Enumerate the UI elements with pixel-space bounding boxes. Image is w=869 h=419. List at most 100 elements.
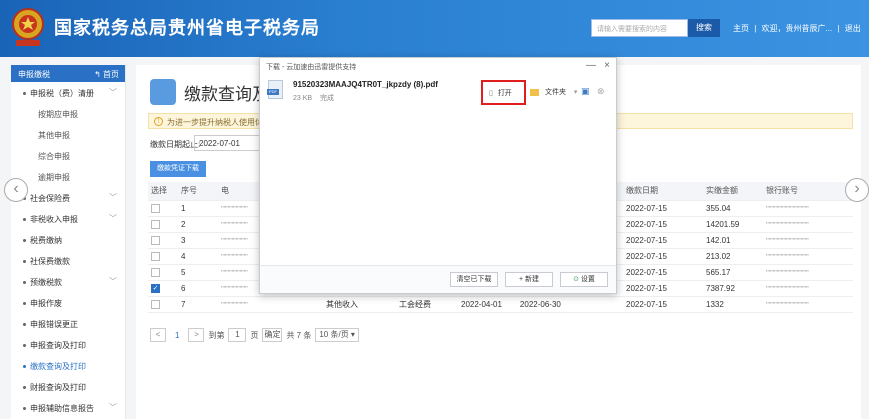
- home-label: 首页: [103, 70, 119, 79]
- sidebar-item[interactable]: 按期应申报: [11, 103, 125, 124]
- sidebar-item-label: 税费缴纳: [30, 236, 62, 245]
- search-button[interactable]: 搜索: [688, 19, 720, 37]
- logout-link[interactable]: 退出: [845, 24, 861, 33]
- checkbox[interactable]: [151, 203, 160, 213]
- page-size-select[interactable]: 10 条/页 ▾: [315, 328, 359, 342]
- chevron-down-icon[interactable]: ﹀: [109, 192, 117, 203]
- goto-label: 到第: [208, 330, 225, 340]
- next-arrow-icon[interactable]: ›: [845, 178, 869, 202]
- date-start-input[interactable]: 2022-07-01: [194, 135, 262, 151]
- sidebar-item[interactable]: 非税收入申报 ﹀: [11, 208, 125, 229]
- sidebar-item[interactable]: 财报查询及打印: [11, 376, 125, 397]
- open-label: 打开: [497, 90, 512, 97]
- next-page-button[interactable]: >: [188, 328, 205, 342]
- delete-icon[interactable]: ⊗: [597, 86, 605, 97]
- sidebar-item[interactable]: 申报错误更正: [11, 313, 125, 334]
- chevron-down-icon[interactable]: ﹀: [109, 402, 117, 413]
- download-voucher-button[interactable]: 缴款凭证下载: [150, 161, 206, 177]
- sidebar-item[interactable]: 社保费缴款: [11, 250, 125, 271]
- checkbox[interactable]: ✓: [151, 283, 160, 293]
- file-name: 91520323MAAJQ4TR0T_jkpzdy (8).pdf: [293, 80, 438, 89]
- checkbox[interactable]: [151, 235, 160, 245]
- sidebar-home-link[interactable]: ↰ 首页: [94, 69, 119, 80]
- checkbox[interactable]: [151, 251, 160, 261]
- row-account-text: '''''''''''''''''''''''''''''''': [766, 301, 809, 309]
- chevron-down-icon[interactable]: ﹀: [109, 213, 117, 224]
- bullet-icon: [23, 302, 26, 306]
- sidebar-item[interactable]: 社会保险费 ﹀: [11, 187, 125, 208]
- file-status: 完成: [320, 95, 335, 102]
- search-input[interactable]: 请输入需要搜索的内容: [591, 19, 688, 37]
- settings-button[interactable]: ⊙ 设置: [560, 272, 608, 287]
- sidebar-item[interactable]: 税费缴纳: [11, 229, 125, 250]
- row-date-text: 2022-07-15: [626, 235, 667, 245]
- row-amount-text: 1332: [706, 299, 724, 309]
- row-index: 1: [178, 200, 218, 217]
- folder-icon: [530, 88, 539, 96]
- pagination: < 1 > 到第 1 页 确定 共 7 条 10 条/页 ▾: [150, 328, 359, 342]
- row-date-text: 2022-07-15: [626, 283, 667, 293]
- row-date: 2022-07-15: [623, 280, 703, 297]
- info-icon: !: [154, 117, 163, 126]
- checkbox[interactable]: [151, 299, 160, 309]
- row-masked-text: '''''''''''''''''''': [221, 269, 248, 277]
- sidebar-item-label: 综合申报: [38, 152, 70, 161]
- row-index: 7: [178, 296, 218, 313]
- row-c4: 工会经费 2022-04-01 2022-06-30: [396, 296, 623, 313]
- row-date-text: 2022-07-15: [626, 299, 667, 309]
- sidebar-item[interactable]: 预缴税款 ﹀: [11, 271, 125, 292]
- goto-page-input[interactable]: 1: [228, 328, 247, 342]
- row-amount-text: 7387.92: [706, 283, 735, 293]
- sidebar-item[interactable]: 申报作废: [11, 292, 125, 313]
- open-file-button[interactable]: ▯ 打开: [481, 80, 526, 105]
- table-row[interactable]: 7 '''''''''''''''''''' 其他收入 工会经费 2022-04-01 2…: [148, 296, 853, 313]
- chevron-down-icon[interactable]: ▾: [574, 89, 578, 96]
- sidebar-item-label: 申报税（费）清册: [30, 89, 94, 98]
- phone-icon[interactable]: ▣: [581, 86, 590, 97]
- header-links: 主页 | 欢迎，贵州昔辰广... | 退出: [733, 23, 864, 34]
- clear-downloads-button[interactable]: 清空已下载: [450, 272, 498, 287]
- goto-confirm-button[interactable]: 确定: [262, 328, 283, 342]
- file-size: 23 KB: [293, 95, 313, 102]
- user-welcome[interactable]: 欢迎，贵州昔辰广...: [762, 24, 833, 33]
- sidebar-item-label: 预缴税款: [30, 278, 62, 287]
- file-meta: 23 KB 完成: [293, 93, 334, 103]
- row-index: 4: [178, 248, 218, 265]
- row-date: 2022-07-15: [623, 232, 703, 249]
- new-download-button[interactable]: + 新建: [505, 272, 553, 287]
- sidebar-item[interactable]: 申报查询及打印: [11, 334, 125, 355]
- sidebar-item[interactable]: 申报辅助信息报告 ﹀: [11, 397, 125, 418]
- row-amount: 14201.59: [703, 216, 763, 233]
- bullet-icon: [23, 407, 26, 411]
- checkbox[interactable]: [151, 267, 160, 277]
- row-amount: 1332: [703, 296, 763, 313]
- sidebar-item[interactable]: 综合申报: [11, 145, 125, 166]
- sidebar-item[interactable]: 申报税（费）清册 ﹀: [11, 82, 125, 103]
- row-date: 2022-07-15: [623, 200, 703, 217]
- minimize-icon[interactable]: —: [586, 60, 596, 71]
- row-masked-text: '''''''''''''''''''': [221, 253, 248, 261]
- sidebar-item[interactable]: 缴款查询及打印: [11, 355, 125, 376]
- row-masked-text: '''''''''''''''''''': [221, 237, 248, 245]
- col-index: 序号: [178, 182, 218, 201]
- date-range-label: 缴款日期起止:: [150, 140, 201, 149]
- sidebar-item[interactable]: 其他申报: [11, 124, 125, 145]
- document-icon: ▯: [489, 90, 493, 97]
- chevron-down-icon[interactable]: ﹀: [109, 87, 117, 98]
- sidebar-item[interactable]: 逾期申报: [11, 166, 125, 187]
- close-icon[interactable]: ×: [604, 60, 610, 71]
- checkbox[interactable]: [151, 219, 160, 229]
- row-date-text: 2022-07-15: [626, 251, 667, 261]
- prev-page-button[interactable]: <: [150, 328, 166, 342]
- row-index-text: 5: [181, 267, 186, 277]
- row-amount-text: 565.17: [706, 267, 731, 277]
- bullet-icon: [23, 239, 26, 243]
- chevron-down-icon[interactable]: ﹀: [109, 276, 117, 287]
- folder-label: 文件夹: [544, 89, 566, 96]
- payment-icon: [150, 79, 176, 105]
- open-folder-button[interactable]: 文件夹 ▾: [530, 87, 577, 97]
- row-checkbox: ✓: [148, 280, 178, 297]
- home-link[interactable]: 主页: [733, 24, 749, 33]
- prev-arrow-icon[interactable]: ‹: [4, 178, 28, 202]
- page-number[interactable]: 1: [170, 331, 184, 340]
